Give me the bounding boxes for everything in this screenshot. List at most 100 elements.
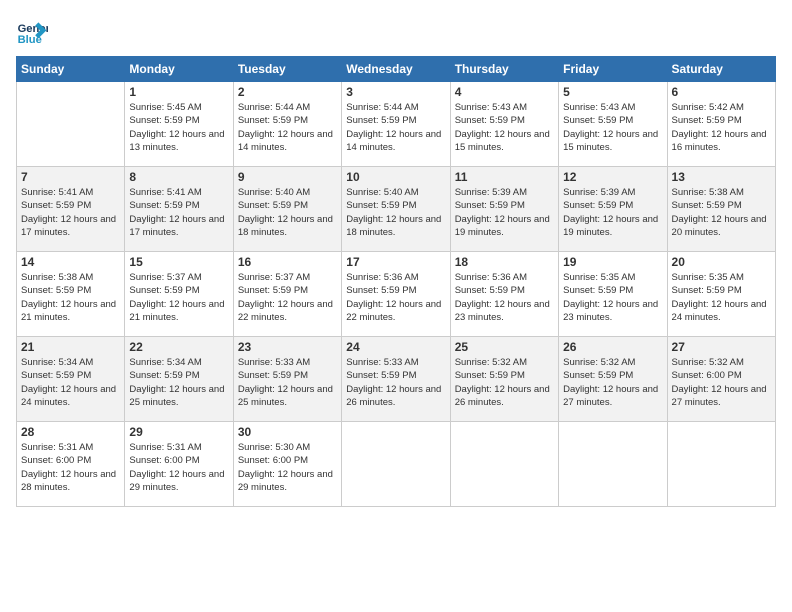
calendar-table: SundayMondayTuesdayWednesdayThursdayFrid…	[16, 56, 776, 507]
logo: General Blue	[16, 16, 48, 48]
day-info: Sunrise: 5:41 AM Sunset: 5:59 PM Dayligh…	[129, 186, 228, 239]
day-info: Sunrise: 5:33 AM Sunset: 5:59 PM Dayligh…	[238, 356, 337, 409]
header-day-saturday: Saturday	[667, 57, 775, 82]
calendar-cell: 19 Sunrise: 5:35 AM Sunset: 5:59 PM Dayli…	[559, 252, 667, 337]
calendar-cell: 13 Sunrise: 5:38 AM Sunset: 5:59 PM Dayli…	[667, 167, 775, 252]
day-number: 11	[455, 170, 554, 184]
day-number: 12	[563, 170, 662, 184]
day-number: 18	[455, 255, 554, 269]
day-number: 21	[21, 340, 120, 354]
day-number: 28	[21, 425, 120, 439]
day-number: 15	[129, 255, 228, 269]
calendar-cell: 16Sunrise: 5:37 AM Sunset: 5:59 PM Dayli…	[233, 252, 341, 337]
calendar-cell: 4 Sunrise: 5:43 AM Sunset: 5:59 PM Daylig…	[450, 82, 558, 167]
day-info: Sunrise: 5:36 AM Sunset: 5:59 PM Dayligh…	[346, 271, 445, 324]
day-number: 25	[455, 340, 554, 354]
calendar-cell: 14Sunrise: 5:38 AM Sunset: 5:59 PM Dayli…	[17, 252, 125, 337]
day-info: Sunrise: 5:39 AM Sunset: 5:59 PM Dayligh…	[563, 186, 662, 239]
week-row-2: 7 Sunrise: 5:41 AM Sunset: 5:59 PM Daylig…	[17, 167, 776, 252]
header-day-tuesday: Tuesday	[233, 57, 341, 82]
day-info: Sunrise: 5:30 AM Sunset: 6:00 PM Dayligh…	[238, 441, 337, 494]
calendar-cell	[17, 82, 125, 167]
calendar-cell: 9 Sunrise: 5:40 AM Sunset: 5:59 PM Daylig…	[233, 167, 341, 252]
day-number: 4	[455, 85, 554, 99]
day-info: Sunrise: 5:32 AM Sunset: 5:59 PM Dayligh…	[455, 356, 554, 409]
day-number: 10	[346, 170, 445, 184]
day-number: 22	[129, 340, 228, 354]
day-info: Sunrise: 5:39 AM Sunset: 5:59 PM Dayligh…	[455, 186, 554, 239]
calendar-cell: 10 Sunrise: 5:40 AM Sunset: 5:59 PM Dayli…	[342, 167, 450, 252]
day-number: 29	[129, 425, 228, 439]
day-info: Sunrise: 5:33 AM Sunset: 5:59 PM Dayligh…	[346, 356, 445, 409]
calendar-cell: 29 Sunrise: 5:31 AM Sunset: 6:00 PM Dayli…	[125, 422, 233, 507]
day-number: 30	[238, 425, 337, 439]
header-day-monday: Monday	[125, 57, 233, 82]
day-number: 6	[672, 85, 771, 99]
calendar-cell	[667, 422, 775, 507]
calendar-cell: 30 Sunrise: 5:30 AM Sunset: 6:00 PM Dayli…	[233, 422, 341, 507]
day-number: 1	[129, 85, 228, 99]
calendar-cell: 25 Sunrise: 5:32 AM Sunset: 5:59 PM Dayli…	[450, 337, 558, 422]
calendar-cell: 15 Sunrise: 5:37 AM Sunset: 5:59 PM Dayli…	[125, 252, 233, 337]
day-number: 2	[238, 85, 337, 99]
day-info: Sunrise: 5:43 AM Sunset: 5:59 PM Dayligh…	[563, 101, 662, 154]
day-number: 9	[238, 170, 337, 184]
calendar-cell: 26Sunrise: 5:32 AM Sunset: 5:59 PM Dayli…	[559, 337, 667, 422]
week-row-1: 1 Sunrise: 5:45 AM Sunset: 5:59 PM Daylig…	[17, 82, 776, 167]
day-info: Sunrise: 5:44 AM Sunset: 5:59 PM Dayligh…	[238, 101, 337, 154]
day-info: Sunrise: 5:35 AM Sunset: 5:59 PM Dayligh…	[563, 271, 662, 324]
header-day-wednesday: Wednesday	[342, 57, 450, 82]
day-info: Sunrise: 5:31 AM Sunset: 6:00 PM Dayligh…	[21, 441, 120, 494]
calendar-cell: 27 Sunrise: 5:32 AM Sunset: 6:00 PM Dayli…	[667, 337, 775, 422]
day-number: 14	[21, 255, 120, 269]
calendar-cell: 17 Sunrise: 5:36 AM Sunset: 5:59 PM Dayli…	[342, 252, 450, 337]
calendar-cell: 11 Sunrise: 5:39 AM Sunset: 5:59 PM Dayli…	[450, 167, 558, 252]
calendar-cell	[342, 422, 450, 507]
day-number: 17	[346, 255, 445, 269]
calendar-cell: 20Sunrise: 5:35 AM Sunset: 5:59 PM Dayli…	[667, 252, 775, 337]
calendar-cell: 28 Sunrise: 5:31 AM Sunset: 6:00 PM Dayli…	[17, 422, 125, 507]
calendar-cell	[559, 422, 667, 507]
day-info: Sunrise: 5:38 AM Sunset: 5:59 PM Dayligh…	[672, 186, 771, 239]
calendar-cell	[450, 422, 558, 507]
header-day-friday: Friday	[559, 57, 667, 82]
week-row-5: 28 Sunrise: 5:31 AM Sunset: 6:00 PM Dayli…	[17, 422, 776, 507]
calendar-cell: 12 Sunrise: 5:39 AM Sunset: 5:59 PM Dayli…	[559, 167, 667, 252]
day-info: Sunrise: 5:32 AM Sunset: 5:59 PM Dayligh…	[563, 356, 662, 409]
day-info: Sunrise: 5:44 AM Sunset: 5:59 PM Dayligh…	[346, 101, 445, 154]
day-info: Sunrise: 5:34 AM Sunset: 5:59 PM Dayligh…	[21, 356, 120, 409]
day-info: Sunrise: 5:34 AM Sunset: 5:59 PM Dayligh…	[129, 356, 228, 409]
calendar-cell: 3 Sunrise: 5:44 AM Sunset: 5:59 PM Daylig…	[342, 82, 450, 167]
day-number: 27	[672, 340, 771, 354]
calendar-header-row: SundayMondayTuesdayWednesdayThursdayFrid…	[17, 57, 776, 82]
day-number: 16	[238, 255, 337, 269]
day-number: 5	[563, 85, 662, 99]
day-info: Sunrise: 5:35 AM Sunset: 5:59 PM Dayligh…	[672, 271, 771, 324]
day-number: 13	[672, 170, 771, 184]
calendar-cell: 1 Sunrise: 5:45 AM Sunset: 5:59 PM Daylig…	[125, 82, 233, 167]
day-info: Sunrise: 5:43 AM Sunset: 5:59 PM Dayligh…	[455, 101, 554, 154]
calendar-cell: 8Sunrise: 5:41 AM Sunset: 5:59 PM Daylig…	[125, 167, 233, 252]
day-info: Sunrise: 5:45 AM Sunset: 5:59 PM Dayligh…	[129, 101, 228, 154]
calendar-cell: 18Sunrise: 5:36 AM Sunset: 5:59 PM Dayli…	[450, 252, 558, 337]
day-number: 3	[346, 85, 445, 99]
day-info: Sunrise: 5:42 AM Sunset: 5:59 PM Dayligh…	[672, 101, 771, 154]
day-info: Sunrise: 5:41 AM Sunset: 5:59 PM Dayligh…	[21, 186, 120, 239]
calendar-cell: 22 Sunrise: 5:34 AM Sunset: 5:59 PM Dayli…	[125, 337, 233, 422]
header-day-thursday: Thursday	[450, 57, 558, 82]
logo-icon: General Blue	[16, 16, 48, 48]
calendar-cell: 6 Sunrise: 5:42 AM Sunset: 5:59 PM Daylig…	[667, 82, 775, 167]
page-header: General Blue	[16, 16, 776, 48]
calendar-cell: 23 Sunrise: 5:33 AM Sunset: 5:59 PM Dayli…	[233, 337, 341, 422]
day-number: 23	[238, 340, 337, 354]
day-info: Sunrise: 5:40 AM Sunset: 5:59 PM Dayligh…	[346, 186, 445, 239]
day-number: 19	[563, 255, 662, 269]
header-day-sunday: Sunday	[17, 57, 125, 82]
day-info: Sunrise: 5:40 AM Sunset: 5:59 PM Dayligh…	[238, 186, 337, 239]
day-info: Sunrise: 5:32 AM Sunset: 6:00 PM Dayligh…	[672, 356, 771, 409]
calendar-cell: 7 Sunrise: 5:41 AM Sunset: 5:59 PM Daylig…	[17, 167, 125, 252]
day-info: Sunrise: 5:31 AM Sunset: 6:00 PM Dayligh…	[129, 441, 228, 494]
day-info: Sunrise: 5:37 AM Sunset: 5:59 PM Dayligh…	[129, 271, 228, 324]
day-number: 7	[21, 170, 120, 184]
day-number: 24	[346, 340, 445, 354]
